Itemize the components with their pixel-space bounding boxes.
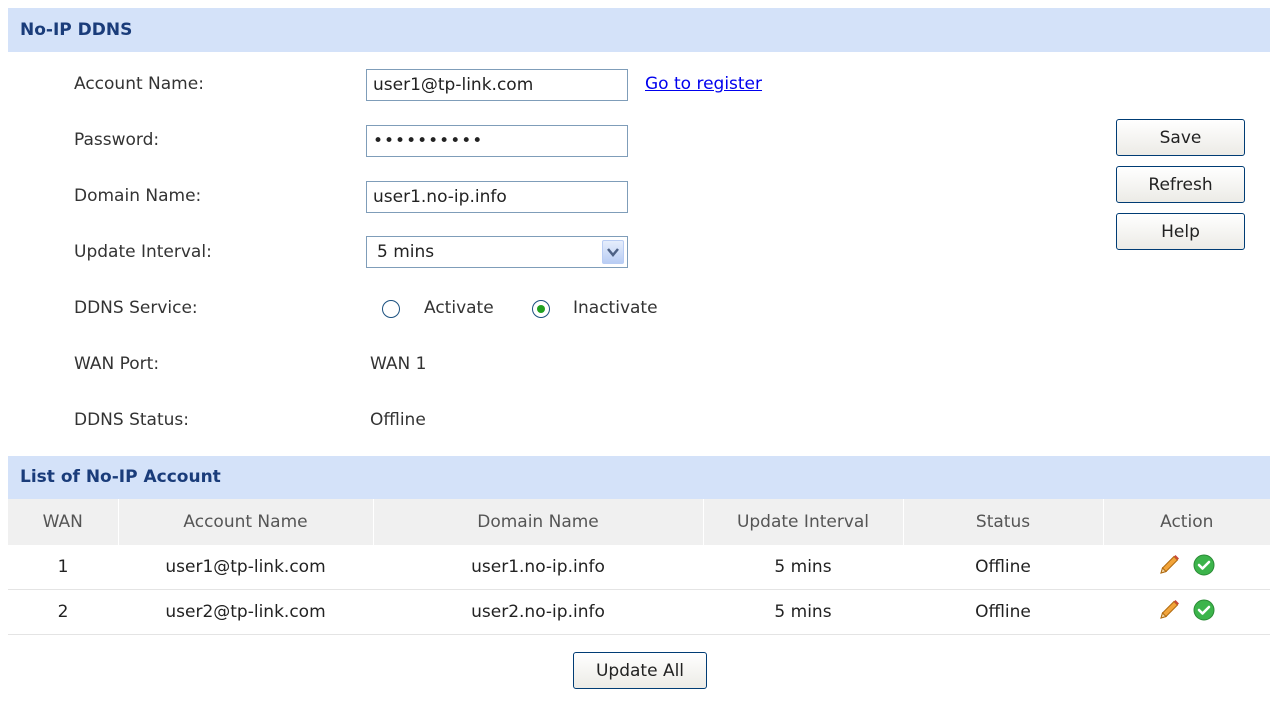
ddns-status-label: DDNS Status: (74, 410, 189, 430)
account-name-label: Account Name: (74, 74, 204, 94)
cell-account: user2@tp-link.com (118, 589, 373, 635)
column-header-domain: Domain Name (373, 499, 704, 545)
update-all-button[interactable]: Update All (573, 652, 707, 689)
cell-wan: 2 (8, 589, 118, 635)
radio-activate-label: Activate (424, 298, 494, 318)
pencil-edit-icon[interactable] (1157, 553, 1181, 582)
radio-inactivate-label: Inactivate (573, 298, 658, 318)
pencil-edit-icon[interactable] (1157, 598, 1181, 627)
save-button[interactable]: Save (1116, 119, 1245, 156)
domain-name-label: Domain Name: (74, 186, 202, 206)
cell-interval: 5 mins (703, 589, 903, 635)
chevron-down-icon[interactable] (602, 240, 624, 264)
section-header-noip-ddns: No-IP DDNS (8, 8, 1270, 52)
password-input[interactable] (366, 125, 628, 157)
cell-status: Offline (903, 545, 1103, 590)
column-header-account: Account Name (118, 499, 374, 545)
ddns-service-label: DDNS Service: (74, 298, 198, 318)
domain-name-input[interactable] (366, 181, 628, 213)
column-header-action: Action (1160, 512, 1214, 532)
radio-activate[interactable] (382, 300, 400, 318)
wan-port-label: WAN Port: (74, 354, 160, 374)
column-header-interval: Update Interval (703, 499, 904, 545)
cell-account: user1@tp-link.com (118, 545, 373, 590)
section-header-account-list: List of No-IP Account (8, 456, 1270, 499)
ddns-status-value: Offline (370, 410, 426, 430)
cell-domain: user1.no-ip.info (373, 545, 703, 590)
go-to-register-link[interactable]: Go to register (645, 74, 762, 94)
update-interval-select[interactable]: 5 mins (366, 236, 628, 268)
cell-interval: 5 mins (703, 545, 903, 590)
update-interval-label: Update Interval: (74, 242, 212, 262)
green-check-icon[interactable] (1192, 598, 1216, 627)
account-name-input[interactable] (366, 69, 628, 101)
green-check-icon[interactable] (1192, 553, 1216, 582)
table-row: 2 user2@tp-link.com user2.no-ip.info 5 m… (8, 589, 1270, 635)
column-header-status: Status (903, 499, 1104, 545)
cell-action (1103, 545, 1270, 590)
wan-port-value: WAN 1 (370, 354, 427, 374)
radio-inactivate[interactable] (532, 300, 550, 318)
cell-status: Offline (903, 589, 1103, 635)
help-button[interactable]: Help (1116, 213, 1245, 250)
column-header-wan: WAN (8, 499, 119, 545)
table-header-row: WAN Account Name Domain Name Update Inte… (8, 499, 1270, 545)
password-label: Password: (74, 130, 160, 150)
account-table: WAN Account Name Domain Name Update Inte… (8, 499, 1270, 635)
cell-wan: 1 (8, 545, 118, 590)
table-row: 1 user1@tp-link.com user1.no-ip.info 5 m… (8, 545, 1270, 590)
refresh-button[interactable]: Refresh (1116, 166, 1245, 203)
cell-domain: user2.no-ip.info (373, 589, 703, 635)
cell-action (1103, 589, 1270, 635)
update-interval-value: 5 mins (377, 242, 435, 262)
